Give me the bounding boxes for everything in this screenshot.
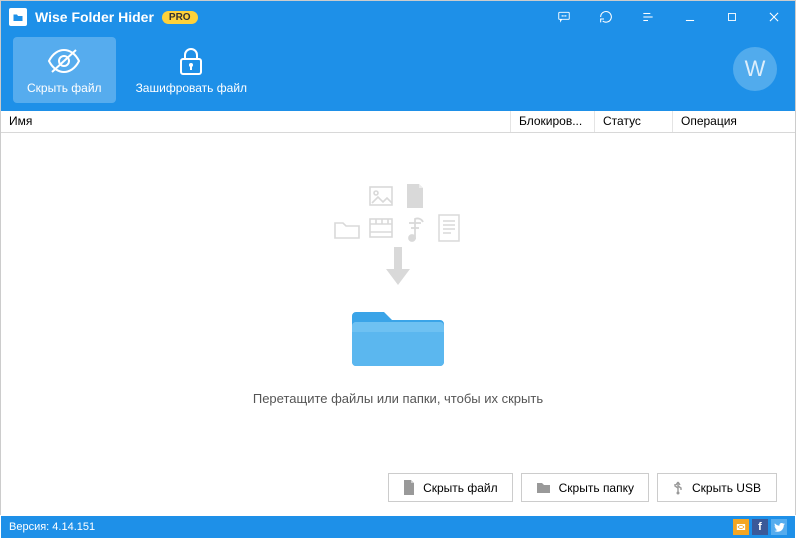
video-icon	[366, 213, 396, 243]
main-drop-area[interactable]: Перетащите файлы или папки, чтобы их скр…	[1, 133, 795, 473]
big-folder-icon	[350, 296, 446, 373]
folder-icon	[536, 481, 551, 494]
encrypt-file-tab-label: Зашифровать файл	[136, 81, 247, 95]
placeholder-graphic	[332, 181, 464, 373]
col-lock[interactable]: Блокиров...	[511, 111, 595, 132]
file-type-icons	[332, 181, 464, 243]
hide-file-button[interactable]: Скрыть файл	[388, 473, 513, 502]
menu-icon[interactable]	[627, 1, 669, 33]
titlebar: Wise Folder Hider PRO	[1, 1, 795, 33]
hide-file-button-label: Скрыть файл	[423, 481, 498, 495]
avatar-letter: W	[745, 56, 766, 82]
maximize-button[interactable]	[711, 1, 753, 33]
eye-slash-icon	[46, 45, 82, 77]
encrypt-file-tab[interactable]: Зашифровать файл	[122, 37, 261, 103]
hide-file-tab-label: Скрыть файл	[27, 81, 102, 95]
arrow-down-icon	[380, 245, 416, 292]
app-title: Wise Folder Hider	[35, 9, 154, 25]
file-icon	[403, 480, 415, 495]
hide-usb-button[interactable]: Скрыть USB	[657, 473, 777, 502]
music-icon	[400, 213, 430, 243]
hide-usb-button-label: Скрыть USB	[692, 481, 761, 495]
refresh-icon[interactable]	[585, 1, 627, 33]
action-row: Скрыть файл Скрыть папку Скрыть USB	[1, 473, 795, 516]
doc-icon	[434, 213, 464, 243]
folder-small-icon	[332, 213, 362, 243]
avatar[interactable]: W	[733, 47, 777, 91]
close-button[interactable]	[753, 1, 795, 33]
hide-folder-button[interactable]: Скрыть папку	[521, 473, 649, 502]
pdf-icon	[400, 181, 430, 211]
usb-icon	[672, 480, 684, 495]
pro-badge: PRO	[162, 11, 198, 24]
col-status[interactable]: Статус	[595, 111, 673, 132]
statusbar: Версия: 4.14.151 ✉ f	[1, 516, 795, 538]
app-icon	[9, 8, 27, 26]
hide-file-tab[interactable]: Скрыть файл	[13, 37, 116, 103]
toolbar: Скрыть файл Зашифровать файл W	[1, 33, 795, 111]
col-name[interactable]: Имя	[1, 111, 511, 132]
drop-hint-text: Перетащите файлы или папки, чтобы их скр…	[253, 391, 543, 406]
feedback-icon[interactable]	[543, 1, 585, 33]
image-icon	[366, 181, 396, 211]
lock-icon	[177, 45, 205, 77]
hide-folder-button-label: Скрыть папку	[559, 481, 634, 495]
col-operation[interactable]: Операция	[673, 111, 795, 132]
column-headers: Имя Блокиров... Статус Операция	[1, 111, 795, 133]
facebook-icon[interactable]: f	[752, 519, 768, 535]
mail-icon[interactable]: ✉	[733, 519, 749, 535]
twitter-icon[interactable]	[771, 519, 787, 535]
minimize-button[interactable]	[669, 1, 711, 33]
version-text: Версия: 4.14.151	[9, 521, 95, 533]
